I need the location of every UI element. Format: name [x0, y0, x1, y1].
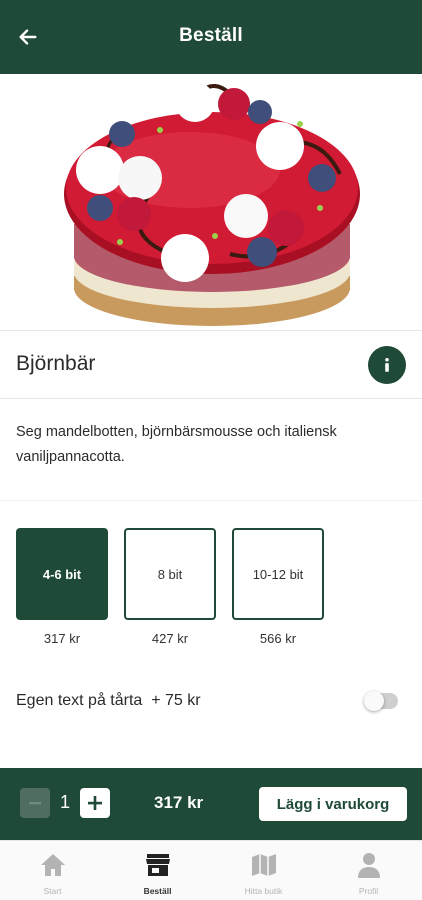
size-option-label: 4-6 bit [42, 566, 82, 582]
home-icon [38, 851, 68, 879]
size-option-label: 10-12 bit [252, 566, 304, 582]
product-name: Björnbär [16, 352, 96, 375]
toggle-knob [364, 691, 384, 711]
product-image [0, 74, 422, 330]
size-option-label: 8 bit [157, 566, 183, 582]
info-button[interactable] [368, 346, 406, 384]
tab-profil[interactable]: Profil [316, 841, 421, 900]
person-icon [354, 851, 384, 879]
total-price: 317 kr [154, 793, 204, 812]
divider [0, 500, 422, 501]
info-icon [385, 357, 389, 372]
tab-label: Start [43, 886, 62, 896]
add-to-cart-button[interactable]: Lägg i varukorg [259, 787, 407, 821]
size-option-8[interactable]: 8 bit [124, 528, 216, 620]
cart-action-bar: 1 317 kr Lägg i varukorg [0, 768, 422, 840]
tab-hitta-butik[interactable]: Hitta butik [211, 841, 316, 900]
custom-text-toggle[interactable] [364, 691, 398, 711]
map-icon [249, 851, 279, 879]
size-option-price: 566 kr [259, 631, 297, 646]
size-option-price: 427 kr [151, 631, 189, 646]
quantity-decrease-button[interactable] [20, 788, 50, 818]
page-title: Beställ [179, 25, 243, 46]
store-icon [143, 851, 173, 879]
tab-label: Hitta butik [244, 886, 283, 896]
minus-icon [29, 802, 41, 805]
tab-label: Profil [358, 886, 379, 896]
app-header: Beställ [0, 0, 422, 74]
divider [0, 330, 422, 331]
tab-start[interactable]: Start [0, 841, 105, 900]
tab-label: Beställ [143, 886, 172, 896]
quantity-value: 1 [59, 792, 70, 812]
size-option-10-12[interactable]: 10-12 bit [232, 528, 324, 620]
custom-text-label: Egen text på tårta + 75 kr [16, 692, 201, 709]
size-option-price: 317 kr [43, 631, 81, 646]
product-description: Seg mandelbotten, björnbärsmousse och it… [16, 424, 337, 465]
tab-bestall[interactable]: Beställ [105, 841, 210, 900]
plus-icon [88, 796, 102, 810]
size-option-4-6[interactable]: 4-6 bit [16, 528, 108, 620]
quantity-increase-button[interactable] [80, 788, 110, 818]
divider [0, 398, 422, 399]
bottom-tab-bar: Start Beställ Hitta butik Profil [0, 840, 422, 900]
